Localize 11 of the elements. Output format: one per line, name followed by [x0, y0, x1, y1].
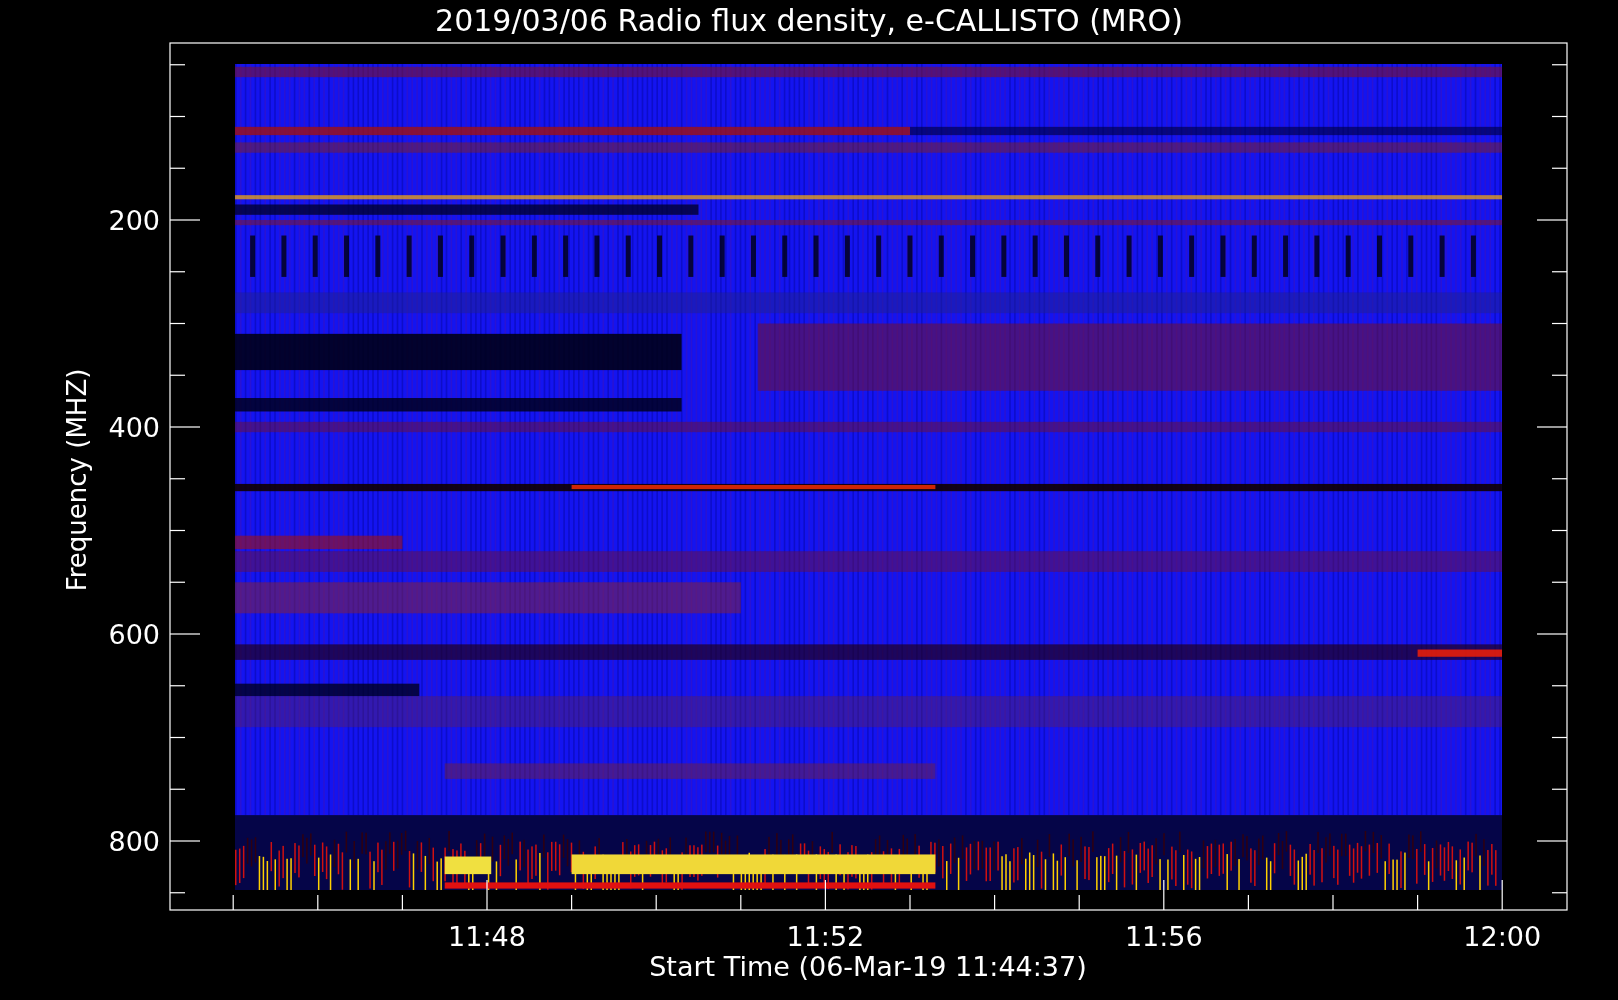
- chart-title: 2019/03/06 Radio flux density, e-CALLISTO (MRO): [435, 3, 1183, 38]
- y-axis-label: Frequency (MHZ): [62, 368, 92, 592]
- y-tick-label: 400: [108, 412, 160, 443]
- x-tick-label: 11:56: [1124, 921, 1203, 952]
- y-tick-label: 600: [108, 619, 160, 650]
- x-tick-label: 12:00: [1463, 921, 1542, 952]
- x-tick-label: 11:52: [786, 921, 865, 952]
- x-tick-label: 11:48: [448, 921, 526, 952]
- x-axis-label: Start Time (06-Mar-19 11:44:37): [649, 951, 1087, 982]
- y-tick-label: 800: [108, 826, 160, 857]
- y-tick-label: 200: [108, 205, 160, 236]
